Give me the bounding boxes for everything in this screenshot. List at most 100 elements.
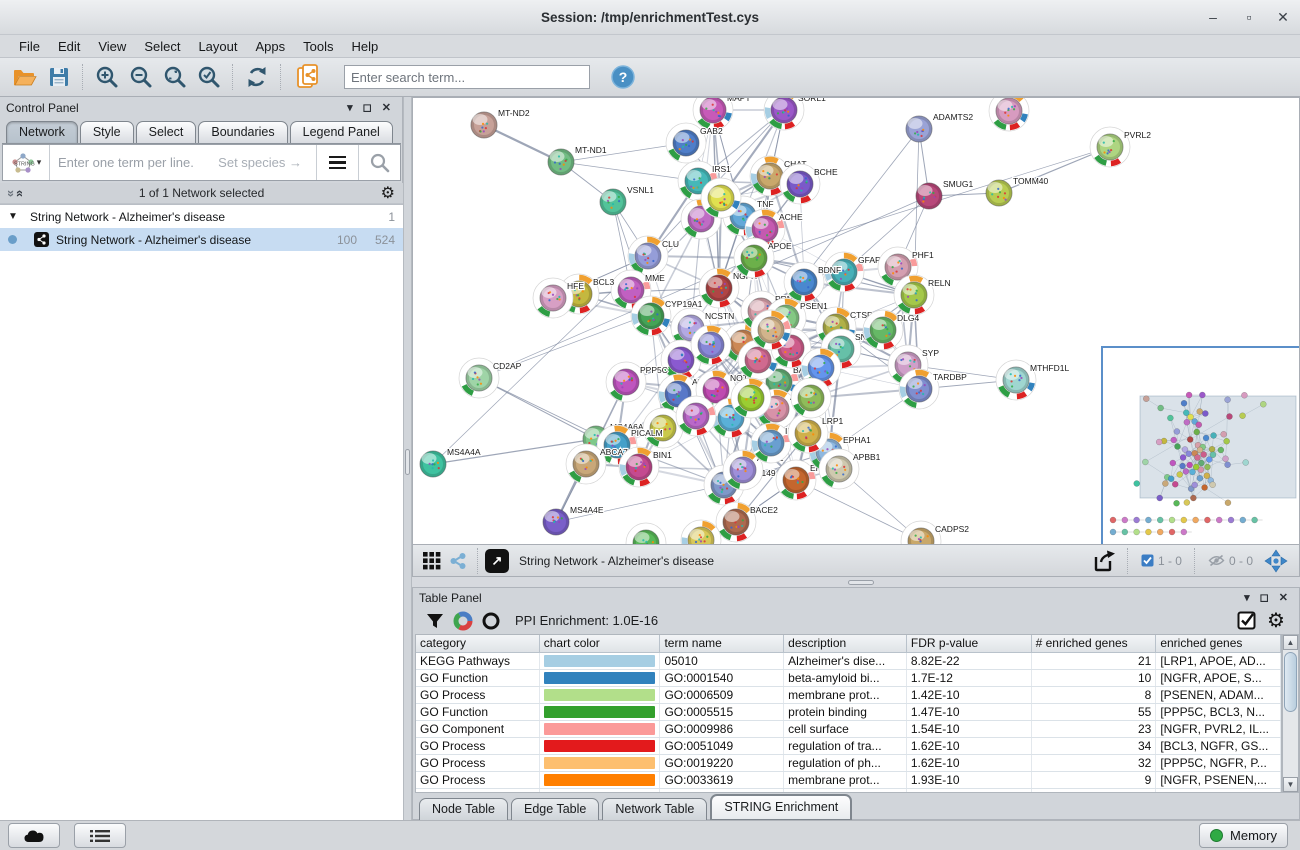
protein-node-smug1[interactable]: SMUG1: [916, 179, 974, 209]
protein-node-ms4a4e[interactable]: MS4A4E: [543, 505, 604, 535]
protein-node-reln[interactable]: RELN: [894, 275, 951, 315]
zoom-out-icon[interactable]: [124, 62, 158, 92]
tab-legend-panel[interactable]: Legend Panel: [290, 121, 393, 143]
column-header--enriched-genes[interactable]: # enriched genes: [1032, 635, 1157, 653]
protein-node[interactable]: [691, 325, 731, 365]
protein-node[interactable]: [701, 178, 741, 218]
protein-node[interactable]: [751, 310, 791, 350]
tab-style[interactable]: Style: [80, 121, 134, 143]
network-collection-row[interactable]: ▼ String Network - Alzheimer's disease 1: [0, 205, 403, 228]
protein-node[interactable]: [681, 520, 721, 545]
menu-layout[interactable]: Layout: [189, 37, 246, 56]
panel-float-icon[interactable]: ◻: [1255, 591, 1274, 604]
tab-edge-table[interactable]: Edge Table: [511, 798, 599, 821]
table-row[interactable]: GO FunctionGO:0001540beta-amyloid bi...1…: [416, 670, 1281, 687]
scroll-down-icon[interactable]: ▼: [1283, 777, 1298, 792]
protein-node-sorl1[interactable]: SORL1: [764, 98, 826, 130]
set-species-hint[interactable]: Set species →: [218, 155, 308, 170]
tab-select[interactable]: Select: [136, 121, 197, 143]
table-row[interactable]: GO ComponentGO:0009986cell surface1.54E-…: [416, 721, 1281, 738]
panel-close-icon[interactable]: ✕: [1274, 591, 1293, 604]
protein-node-pvrl2[interactable]: PVRL2: [1090, 127, 1151, 167]
table-row[interactable]: GO FunctionGO:0005515protein binding1.47…: [416, 704, 1281, 721]
select-rows-icon[interactable]: [1231, 606, 1261, 636]
protein-node[interactable]: [626, 523, 666, 545]
tree-collapse-caret-icon[interactable]: ▼: [8, 211, 30, 222]
zoom-in-icon[interactable]: [90, 62, 124, 92]
table-row[interactable]: GO ProcessGO:0033619membrane prot...1.93…: [416, 772, 1281, 789]
tab-node-table[interactable]: Node Table: [419, 798, 508, 821]
protein-node-ms4a4a[interactable]: MS4A4A: [420, 447, 481, 477]
panel-float-icon[interactable]: ◻: [358, 101, 377, 114]
memory-button[interactable]: Memory: [1199, 823, 1288, 848]
network-canvas[interactable]: MT-ND2MT-ND1VSNL1CD2APMS4A6AMS4A4AMS4A4E…: [412, 97, 1300, 545]
column-header-category[interactable]: category: [416, 635, 540, 653]
string-search-button[interactable]: [358, 145, 400, 180]
menu-edit[interactable]: Edit: [49, 37, 89, 56]
menu-tools[interactable]: Tools: [294, 37, 342, 56]
string-term-input[interactable]: Enter one term per line. Set species →: [50, 145, 316, 180]
column-header-chart-color[interactable]: chart color: [540, 635, 661, 653]
column-header-enriched-genes[interactable]: enriched genes: [1156, 635, 1281, 653]
protein-node-mthfd1l[interactable]: MTHFD1L: [996, 360, 1069, 400]
tab-network-table[interactable]: Network Table: [602, 798, 707, 821]
network-options-gear-icon[interactable]: ⚙: [381, 183, 395, 203]
column-header-description[interactable]: description: [784, 635, 907, 653]
refresh-icon[interactable]: [240, 62, 274, 92]
share-view-icon[interactable]: [445, 546, 471, 576]
protein-node-mt-nd1[interactable]: MT-ND1: [548, 145, 607, 175]
protein-node-bace2[interactable]: BACE2: [716, 502, 778, 542]
birdseye-view[interactable]: [1101, 346, 1300, 545]
tab-string-enrichment[interactable]: STRING Enrichment: [710, 794, 852, 821]
minimize-button[interactable]: –: [1198, 0, 1228, 35]
panel-collapse-icon[interactable]: ▾: [1239, 591, 1255, 604]
scrollbar-thumb[interactable]: [1284, 652, 1297, 712]
protein-node-apbb1[interactable]: APBB1: [819, 449, 881, 489]
protein-node-adamts2[interactable]: ADAMTS2: [906, 112, 973, 142]
splitter-grip[interactable]: [405, 449, 410, 475]
settings-gear-icon[interactable]: ⚙: [1261, 606, 1291, 636]
protein-node[interactable]: [791, 378, 831, 418]
navigator-icon[interactable]: [1259, 546, 1293, 576]
panel-close-icon[interactable]: ✕: [377, 101, 396, 114]
table-row[interactable]: GO ProcessGO:0006509membrane prot...1.42…: [416, 687, 1281, 704]
table-row[interactable]: GO ProcessGO:0019220regulation of ph...1…: [416, 755, 1281, 772]
table-row[interactable]: GO ProcessGO:0051049regulation of tra...…: [416, 738, 1281, 755]
string-options-menu-button[interactable]: [316, 145, 358, 180]
column-header-FDR-p-value[interactable]: FDR p-value: [907, 635, 1032, 653]
scroll-up-icon[interactable]: ▲: [1283, 635, 1298, 650]
protein-node-bche[interactable]: BCHE: [780, 164, 838, 204]
vertical-splitter[interactable]: [403, 97, 412, 820]
protein-node-cd2ap[interactable]: CD2AP: [459, 358, 522, 398]
protein-node-cadps2[interactable]: CADPS2: [901, 521, 969, 545]
task-list-button[interactable]: [74, 823, 126, 848]
maximize-button[interactable]: ▫: [1234, 0, 1264, 35]
protein-node-vsnl1[interactable]: VSNL1: [600, 185, 654, 215]
export-network-icon[interactable]: [1087, 546, 1121, 576]
panel-collapse-icon[interactable]: ▾: [342, 101, 358, 114]
chart-donut-icon[interactable]: [449, 606, 477, 636]
protein-node[interactable]: [731, 378, 771, 418]
close-button[interactable]: ✕: [1268, 0, 1298, 35]
search-input[interactable]: [344, 65, 590, 89]
filter-icon[interactable]: [421, 606, 449, 636]
network-file-icon[interactable]: [288, 62, 330, 92]
splitter-grip[interactable]: [848, 580, 874, 585]
tab-boundaries[interactable]: Boundaries: [198, 121, 287, 143]
clear-chart-icon[interactable]: [477, 606, 505, 636]
menu-file[interactable]: File: [10, 37, 49, 56]
tab-network[interactable]: Network: [6, 121, 78, 143]
protein-node-tomm40[interactable]: TOMM40: [986, 176, 1049, 206]
protein-node[interactable]: [676, 396, 716, 436]
protein-node-tardbp[interactable]: TARDBP: [899, 369, 967, 409]
cloud-tasks-button[interactable]: [8, 823, 60, 848]
protein-node[interactable]: [989, 98, 1029, 131]
open-in-string-button[interactable]: ↗: [485, 549, 509, 573]
network-row[interactable]: String Network - Alzheimer's disease 100…: [0, 228, 403, 251]
table-row[interactable]: KEGG Pathways05010Alzheimer's dise...8.8…: [416, 653, 1281, 670]
menu-view[interactable]: View: [89, 37, 135, 56]
open-folder-icon[interactable]: [8, 62, 42, 92]
string-protein-dropdown[interactable]: STRING ▾: [3, 145, 50, 180]
zoom-selected-icon[interactable]: [192, 62, 226, 92]
grid-view-icon[interactable]: [419, 546, 445, 576]
